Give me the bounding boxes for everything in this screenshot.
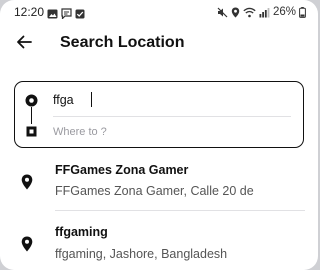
page-title: Search Location xyxy=(60,34,185,51)
result-item[interactable]: ffgaming ffgaming, Jashore, Bangladesh xyxy=(0,219,318,270)
destination-square-icon xyxy=(26,124,37,142)
origin-input[interactable] xyxy=(53,90,293,110)
screen: 12:20 26% Search Location ffga Where to … xyxy=(0,0,318,270)
route-card xyxy=(14,81,304,148)
message-icon xyxy=(61,6,72,24)
wifi-icon xyxy=(243,7,256,18)
result-subtitle: ffgaming, Jashore, Bangladesh xyxy=(55,247,228,261)
result-item[interactable]: FFGames Zona Gamer FFGames Zona Gamer, C… xyxy=(0,157,318,209)
result-subtitle: FFGames Zona Gamer, Calle 20 de xyxy=(55,184,254,198)
check-box-icon xyxy=(75,6,85,24)
arrow-left-icon xyxy=(16,35,32,54)
route-connector xyxy=(31,107,33,124)
text-cursor xyxy=(91,92,93,107)
mute-icon xyxy=(217,7,228,18)
app-bar: Search Location xyxy=(0,28,318,60)
destination-input[interactable] xyxy=(53,122,293,142)
result-title: FFGames Zona Gamer xyxy=(55,163,189,177)
route-divider xyxy=(53,116,291,117)
result-divider xyxy=(55,210,305,211)
location-pin-icon xyxy=(21,236,33,257)
image-icon xyxy=(47,6,58,24)
location-icon xyxy=(231,7,240,18)
status-time: 12:20 xyxy=(14,5,45,19)
location-pin-icon xyxy=(21,174,33,195)
battery-text: 26% xyxy=(272,6,296,18)
status-right: 26% xyxy=(217,5,306,19)
back-button[interactable] xyxy=(10,30,38,58)
status-bar: 12:20 26% xyxy=(0,0,318,24)
result-title: ffgaming xyxy=(55,225,108,239)
signal-icon xyxy=(259,7,270,18)
battery-icon xyxy=(299,6,306,18)
